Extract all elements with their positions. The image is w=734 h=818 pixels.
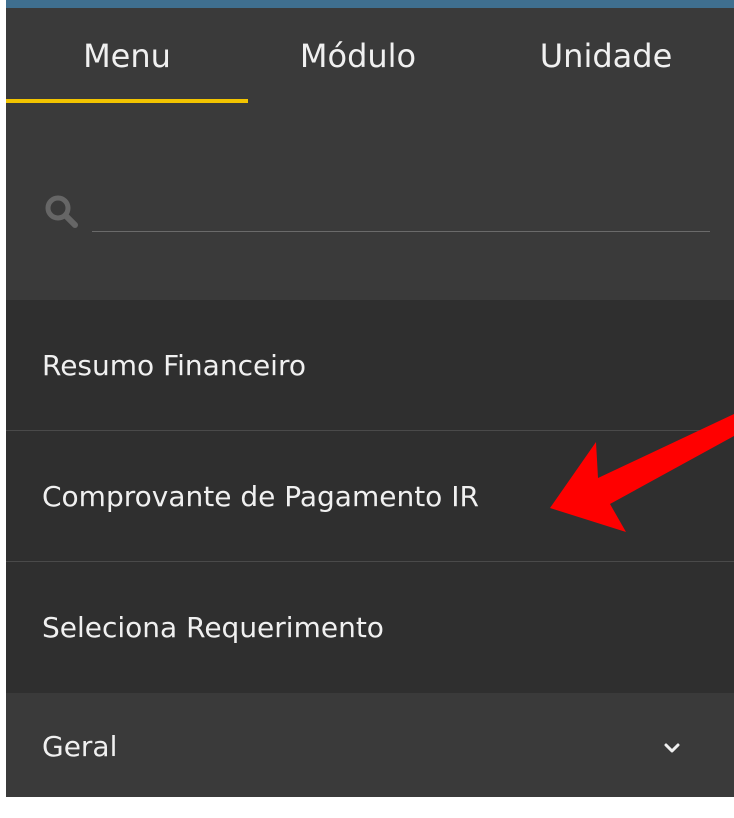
top-accent-strip	[6, 0, 734, 8]
menu-item-label: Resumo Financeiro	[42, 348, 306, 382]
tab-unidade[interactable]: Unidade	[506, 8, 706, 104]
chevron-down-icon	[664, 743, 680, 753]
tab-bar: Menu Módulo Unidade	[6, 8, 734, 104]
menu-item-label: Seleciona Requerimento	[42, 611, 384, 644]
tab-menu-label: Menu	[83, 37, 171, 75]
menu-group-label: Geral	[42, 730, 118, 763]
menu-item-label: Comprovante de Pagamento IR	[42, 479, 479, 513]
active-tab-indicator	[6, 99, 248, 103]
tab-menu[interactable]: Menu	[6, 8, 248, 104]
tab-modulo[interactable]: Módulo	[258, 8, 458, 104]
menu-item-seleciona-requerimento[interactable]: Seleciona Requerimento	[6, 562, 734, 693]
search-input[interactable]	[92, 186, 710, 232]
menu-list: Resumo Financeiro Comprovante de Pagamen…	[6, 300, 734, 693]
tab-unidade-label: Unidade	[539, 37, 673, 75]
tab-modulo-label: Módulo	[299, 37, 417, 75]
search-icon	[45, 195, 78, 228]
menu-item-comprovante-pagamento-ir[interactable]: Comprovante de Pagamento IR	[6, 431, 734, 562]
search-area	[6, 104, 734, 300]
menu-item-resumo-financeiro[interactable]: Resumo Financeiro	[6, 300, 734, 431]
menu-group-geral[interactable]: Geral	[6, 696, 734, 797]
side-menu-panel: Menu Módulo Unidade Resumo Financeiro Co…	[6, 0, 734, 797]
